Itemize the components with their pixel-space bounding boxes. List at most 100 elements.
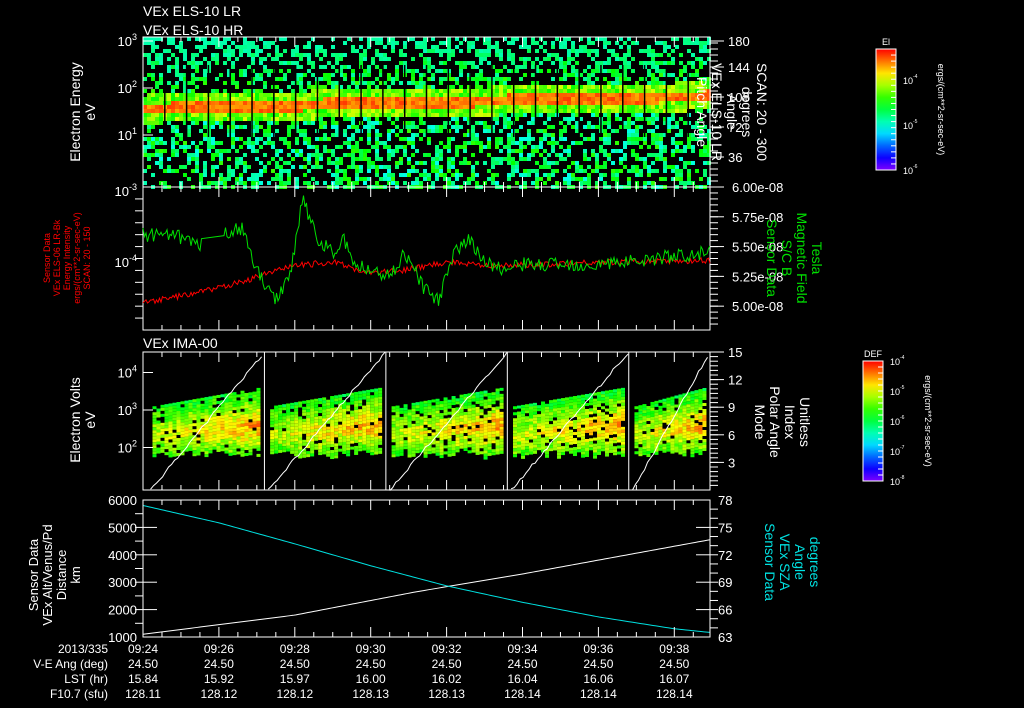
heatmap-cell [244,405,249,409]
heatmap-cell [399,443,404,447]
heatmap-cell [507,125,511,129]
heatmap-cell [315,49,319,53]
heatmap-cell [263,57,267,61]
heatmap-cell [367,117,371,121]
heatmap-cell [395,161,399,165]
heatmap-cell [271,145,275,149]
heatmap-cell [228,407,233,411]
heatmap-cell [529,406,534,410]
heatmap-cell [575,89,579,93]
heatmap-cell [231,129,235,133]
heatmap-cell [651,77,655,81]
heatmap-cell [187,129,191,133]
heatmap-cell [215,113,219,117]
heatmap-cell [583,101,587,105]
heatmap-cell [152,415,157,419]
heatmap-cell [267,133,271,137]
heatmap-cell [160,431,165,435]
heatmap-cell [290,429,295,433]
heatmap-cell [547,141,551,145]
heatmap-cell [358,397,363,401]
heatmap-cell [651,181,655,185]
heatmap-cell [366,431,371,435]
heatmap-cell [541,440,546,444]
heatmap-cell [259,161,263,165]
heatmap-cell [603,137,607,141]
heatmap-cell [291,49,295,53]
heatmap-cell [463,411,468,415]
heatmap-cell [451,89,455,93]
heatmap-cell [231,137,235,141]
tick-base: 10 [118,128,132,143]
heatmap-cell [643,61,647,65]
heatmap-cell [419,443,424,447]
heatmap-cell [374,400,379,404]
heatmap-cell [251,45,255,49]
heatmap-cell [411,165,415,169]
heatmap-cell [483,456,488,460]
heatmap-cell [362,393,367,397]
heatmap-cell [204,451,209,455]
heatmap-cell [326,441,331,445]
heatmap-cell [279,89,283,93]
heatmap-cell [247,165,251,169]
heatmap-cell [539,137,543,141]
heatmap-cell [143,149,147,153]
heatmap-cell [495,439,500,443]
heatmap-cell [283,117,287,121]
heatmap-cell [318,419,323,423]
heatmap-cell [255,173,259,177]
heatmap-cell [475,439,480,443]
heatmap-cell [310,399,315,403]
heatmap-cell [439,89,443,93]
heatmap-cell [359,53,363,57]
heatmap-cell [499,149,503,153]
heatmap-cell [527,105,531,109]
heatmap-cell [240,432,245,436]
heatmap-cell [191,109,195,113]
heatmap-cell [322,415,327,419]
heatmap-cell [155,161,159,165]
heatmap-cell [263,113,267,117]
heatmap-cell [399,425,404,429]
heatmap-cell [252,421,257,425]
heatmap-cell [267,101,271,105]
heatmap-cell [298,401,303,405]
heatmap-cell [431,450,436,454]
heatmap-cell [164,404,169,408]
heatmap-cell [387,165,391,169]
heatmap-cell [267,45,271,49]
heatmap-cell [180,434,185,438]
heatmap-cell [471,41,475,45]
heatmap-cell [479,439,484,443]
heatmap-cell [539,89,543,93]
heatmap-cell [515,97,519,101]
heatmap-cell [467,177,471,181]
heatmap-cell [519,137,523,141]
heatmap-cell [295,45,299,49]
heatmap-cell [164,407,169,411]
heatmap-cell [335,165,339,169]
heatmap-cell [240,447,245,451]
heatmap-cell [395,417,400,421]
heatmap-cell [527,89,531,93]
heatmap-cell [159,105,163,109]
y-tick-label: 10-3 [115,182,137,199]
heatmap-cell [587,41,591,45]
heatmap-cell [256,432,261,436]
heatmap-cell [318,416,323,420]
heatmap-cell [535,41,539,45]
heatmap-cell [275,85,279,89]
heatmap-cell [375,145,379,149]
heatmap-cell [447,149,451,153]
heatmap-cell [370,437,375,441]
heatmap-cell [151,45,155,49]
heatmap-cell [306,454,311,458]
heatmap-cell [362,429,367,433]
heatmap-cell [232,413,237,417]
heatmap-cell [495,73,499,77]
heatmap-cell [523,45,527,49]
heatmap-cell [671,97,675,101]
heatmap-cell [219,109,223,113]
heatmap-cell [651,89,655,93]
